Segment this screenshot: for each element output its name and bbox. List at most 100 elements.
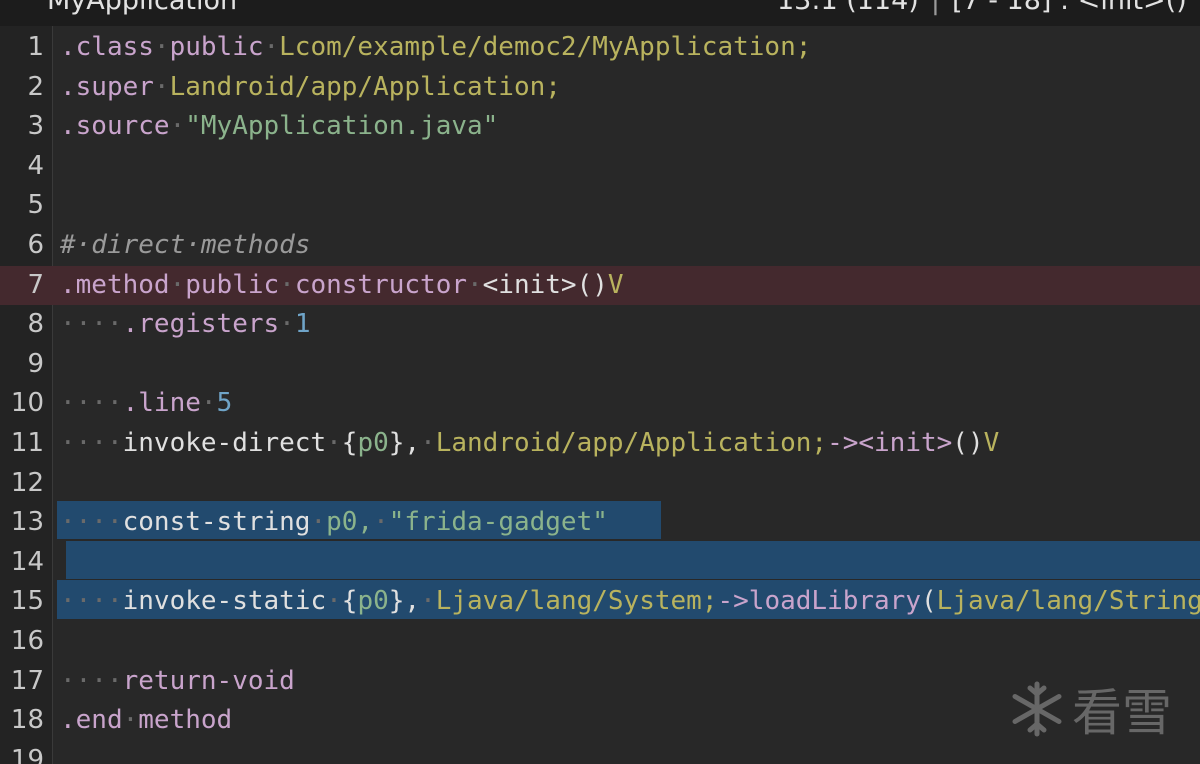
- code-token: .line: [122, 388, 201, 419]
- line-number: 18: [10, 705, 44, 736]
- code-token: ·: [153, 71, 170, 102]
- code-line[interactable]: 3 .source·"MyApplication.java": [0, 107, 1200, 147]
- code-text: ····.registers·1: [60, 305, 310, 345]
- code-line[interactable]: 1 .class·public·Lcom/example/democ2/MyApp…: [0, 28, 1200, 68]
- line-number: 15: [10, 586, 44, 617]
- code-token: ·: [420, 428, 436, 458]
- code-token: ->: [717, 586, 749, 617]
- code-token: invoke-direct: [122, 428, 327, 458]
- code-token: {: [341, 586, 358, 617]
- code-token: ····: [60, 665, 123, 696]
- code-text: ····return-void: [60, 662, 295, 702]
- code-line[interactable]: 4: [0, 147, 1200, 187]
- code-token: method: [138, 705, 233, 736]
- code-line[interactable]: 19: [0, 741, 1200, 764]
- code-token: V: [607, 269, 624, 300]
- code-token: ·: [326, 586, 342, 617]
- snowflake-icon: [1012, 681, 1062, 737]
- file-title: MyApplication: [47, 0, 238, 16]
- line-number: 17: [10, 665, 44, 696]
- code-token: Ljava/lang/System;: [435, 586, 718, 617]
- code-token: constructor: [294, 269, 467, 300]
- code-token: Landroid/app/Application;: [169, 71, 561, 102]
- code-text: #·direct·methods: [60, 226, 310, 266]
- code-token: ····: [60, 388, 123, 419]
- code-token: loadLibrary: [748, 586, 921, 617]
- code-token: "frida-gadget": [388, 507, 608, 538]
- code-token: invoke-static: [122, 586, 327, 617]
- code-token: public: [185, 269, 280, 300]
- code-line[interactable]: 14: [0, 543, 1200, 583]
- code-token: ·: [326, 428, 342, 458]
- code-token: <init>: [858, 428, 953, 458]
- line-number: 2: [27, 71, 44, 102]
- code-token: ·: [373, 507, 389, 538]
- code-token: p0: [357, 586, 389, 617]
- code-line[interactable]: 13 ····const-string·p0,·"frida-gadget": [0, 503, 1200, 543]
- code-line[interactable]: 11 ····invoke-direct·{p0},·Landroid/app/A…: [0, 424, 1200, 464]
- code-token: Ljava/lang/String;: [936, 586, 1200, 617]
- line-number: 4: [27, 150, 44, 181]
- code-line[interactable]: 15 ····invoke-static·{p0},·Ljava/lang/Sys…: [0, 582, 1200, 622]
- code-token: ·: [467, 269, 483, 300]
- code-line[interactable]: 10 ····.line·5: [0, 384, 1200, 424]
- line-number: 14: [10, 546, 44, 577]
- code-token: {: [341, 428, 358, 458]
- code-token: ····: [60, 586, 123, 617]
- code-text: .source·"MyApplication.java": [60, 107, 498, 147]
- code-token: .class: [60, 32, 154, 62]
- line-number: 12: [10, 467, 44, 498]
- code-token: .registers: [122, 309, 280, 340]
- code-token: return-void: [122, 665, 295, 696]
- editor-header: MyApplication 13:1 (114) | [7 - 18] : <ini…: [0, 0, 1200, 26]
- code-token: "MyApplication.java": [185, 111, 499, 142]
- code-editor[interactable]: 1 .class·public·Lcom/example/democ2/MyApp…: [0, 26, 1200, 764]
- code-token: ·: [310, 507, 327, 538]
- code-token: 1: [294, 309, 311, 340]
- line-number: 10: [10, 388, 44, 419]
- code-text: ····.line·5: [60, 384, 232, 424]
- code-token: p0,: [326, 507, 374, 538]
- code-token: ····: [60, 428, 123, 458]
- code-token: .method: [60, 269, 170, 300]
- line-number: 3: [27, 111, 44, 142]
- code-line[interactable]: 16: [0, 622, 1200, 662]
- line-number: 6: [27, 230, 44, 260]
- code-token: .source: [60, 111, 170, 142]
- line-number: 16: [10, 626, 44, 656]
- code-token: ·: [169, 269, 186, 300]
- code-text: .end·method: [60, 701, 232, 741]
- code-token: },: [388, 428, 421, 458]
- code-line[interactable]: 12: [0, 464, 1200, 504]
- code-token: ·: [122, 705, 139, 736]
- code-token: ->: [827, 428, 859, 458]
- line-number: 13: [10, 507, 44, 538]
- code-text: .class·public·Lcom/example/democ2/MyAppl…: [60, 28, 811, 68]
- cursor-position-value: 13:1 (114): [777, 0, 919, 16]
- code-token: ·: [420, 586, 436, 617]
- code-token: p0: [357, 428, 389, 458]
- code-line[interactable]: 2 .super·Landroid/app/Application;: [0, 68, 1200, 108]
- code-line[interactable]: 5: [0, 186, 1200, 226]
- code-text: ····invoke-direct·{p0},·Landroid/app/App…: [60, 424, 999, 464]
- code-text: ····invoke-static·{p0},·Ljava/lang/Syste…: [60, 582, 1200, 622]
- watermark-text: 看雪: [1072, 684, 1172, 742]
- code-token: #·direct·methods: [60, 230, 311, 260]
- code-token: .end: [60, 705, 123, 736]
- code-token: ····: [60, 309, 123, 340]
- code-token: const-string: [122, 507, 311, 538]
- code-token: ·: [153, 32, 170, 62]
- code-text: .method·public·constructor·<init>()V: [60, 266, 624, 306]
- line-number: 5: [27, 190, 44, 221]
- code-line[interactable]: 7 .method·public·constructor·<init>()V: [0, 265, 1200, 306]
- code-token: <init>(): [482, 269, 608, 300]
- method-context: [7 - 18] : <init>(): [951, 0, 1187, 16]
- code-token: V: [983, 428, 1000, 458]
- code-line[interactable]: 6 #·direct·methods: [0, 226, 1200, 266]
- line-number: 19: [10, 744, 44, 764]
- code-token: ·: [169, 111, 186, 142]
- code-token: ·: [279, 309, 295, 340]
- code-line[interactable]: 9: [0, 345, 1200, 385]
- line-number: 11: [10, 428, 44, 458]
- code-line[interactable]: 8 ····.registers·1: [0, 305, 1200, 345]
